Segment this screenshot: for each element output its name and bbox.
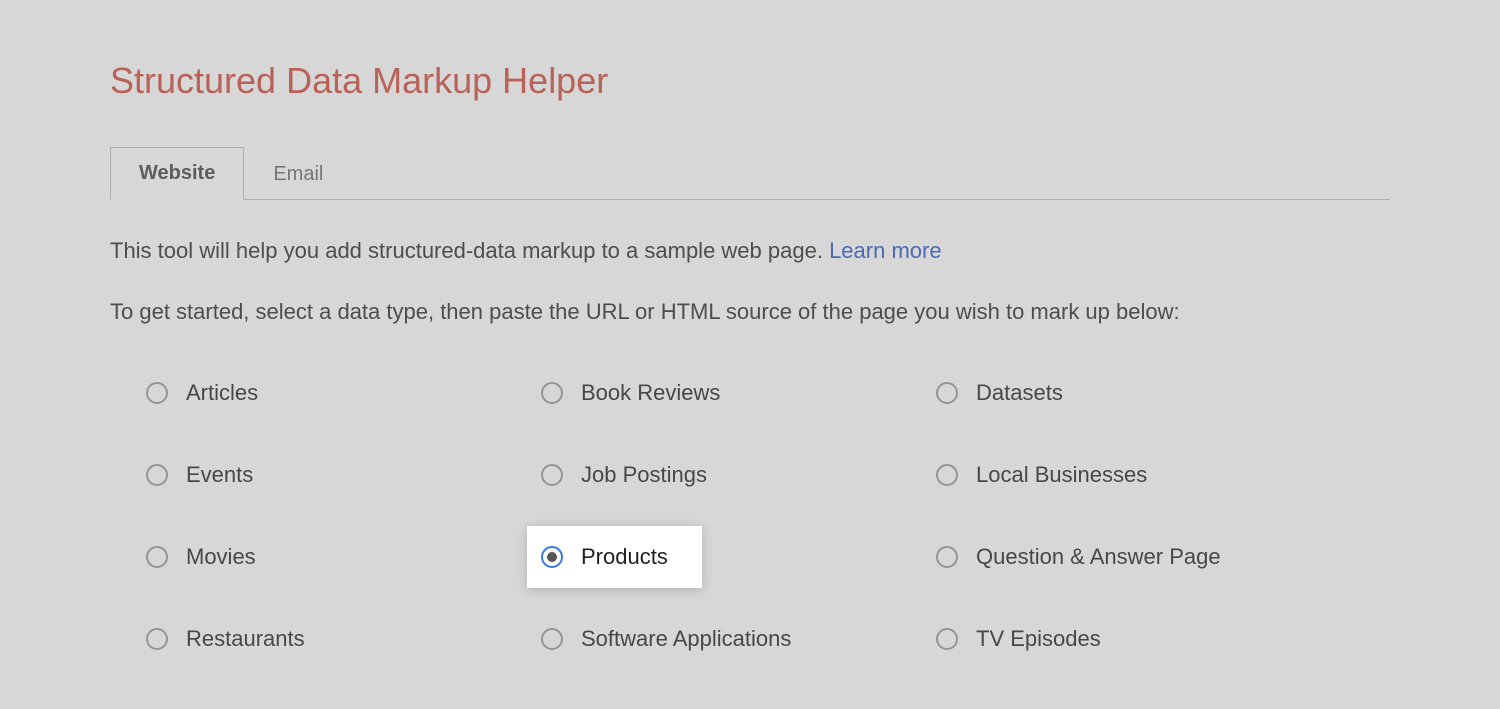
radio-icon (541, 628, 563, 650)
option-label: TV Episodes (976, 626, 1101, 652)
option-articles[interactable]: Articles (140, 372, 274, 414)
option-events[interactable]: Events (140, 454, 269, 496)
tab-bar: Website Email (110, 146, 1390, 200)
radio-icon (936, 628, 958, 650)
option-label: Events (186, 462, 253, 488)
radio-icon (541, 382, 563, 404)
option-job-postings[interactable]: Job Postings (535, 454, 723, 496)
option-local-businesses[interactable]: Local Businesses (930, 454, 1163, 496)
intro-body: This tool will help you add structured-d… (110, 238, 829, 263)
option-label: Job Postings (581, 462, 707, 488)
tab-email[interactable]: Email (244, 148, 352, 200)
radio-icon (541, 464, 563, 486)
option-label: Local Businesses (976, 462, 1147, 488)
option-label: Restaurants (186, 626, 305, 652)
tab-website[interactable]: Website (110, 147, 244, 200)
option-movies[interactable]: Movies (140, 536, 272, 578)
page-title: Structured Data Markup Helper (110, 60, 1390, 102)
radio-icon (936, 382, 958, 404)
option-products[interactable]: Products (527, 526, 702, 588)
data-type-grid: Articles Book Reviews Datasets Events Jo… (140, 372, 1390, 660)
option-label: Book Reviews (581, 380, 720, 406)
learn-more-link[interactable]: Learn more (829, 238, 942, 263)
option-label: Datasets (976, 380, 1063, 406)
radio-icon (146, 546, 168, 568)
option-label: Articles (186, 380, 258, 406)
option-restaurants[interactable]: Restaurants (140, 618, 321, 660)
radio-icon (541, 546, 563, 568)
option-software-applications[interactable]: Software Applications (535, 618, 807, 660)
radio-icon (146, 464, 168, 486)
radio-icon (146, 382, 168, 404)
option-book-reviews[interactable]: Book Reviews (535, 372, 736, 414)
option-label: Software Applications (581, 626, 791, 652)
intro-text: This tool will help you add structured-d… (110, 234, 1390, 267)
option-tv-episodes[interactable]: TV Episodes (930, 618, 1117, 660)
option-label: Question & Answer Page (976, 544, 1221, 570)
option-label: Products (581, 544, 668, 570)
radio-icon (936, 546, 958, 568)
radio-icon (146, 628, 168, 650)
option-datasets[interactable]: Datasets (930, 372, 1079, 414)
option-qa-page[interactable]: Question & Answer Page (930, 536, 1237, 578)
instructions-text: To get started, select a data type, then… (110, 295, 1390, 328)
radio-icon (936, 464, 958, 486)
option-label: Movies (186, 544, 256, 570)
